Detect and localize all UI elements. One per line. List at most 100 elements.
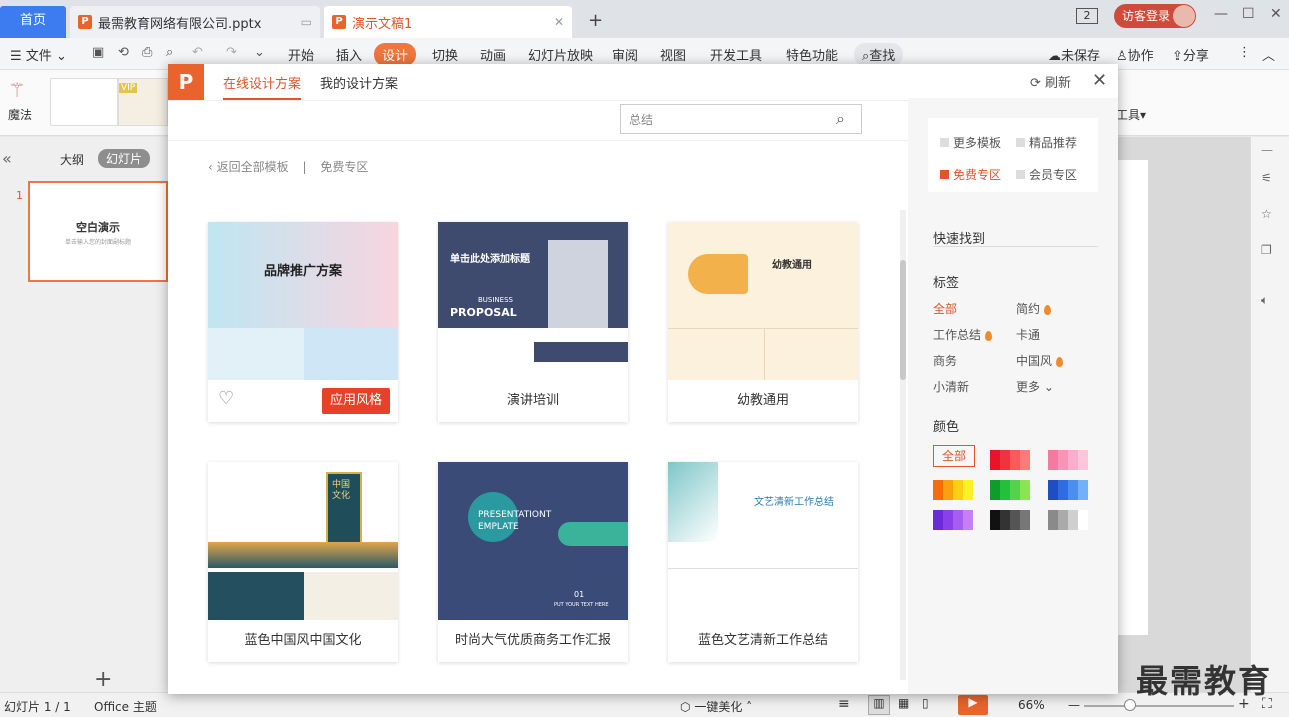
print-icon[interactable]: ⎙: [142, 45, 152, 60]
play-button[interactable]: ▶: [958, 695, 988, 715]
maximize-icon[interactable]: ☐: [1242, 6, 1255, 22]
theme-thumb-1[interactable]: [50, 78, 118, 126]
new-tab-button[interactable]: +: [588, 10, 603, 31]
template-card[interactable]: 文艺清新工作总结 蓝色文艺清新工作总结: [668, 462, 858, 662]
tag-cartoon[interactable]: 卡通: [1016, 326, 1040, 343]
color-swatch[interactable]: [990, 480, 1030, 500]
screen-icon[interactable]: ▭: [301, 15, 312, 29]
window-count-badge[interactable]: 2: [1076, 8, 1098, 24]
avatar[interactable]: [1173, 5, 1195, 27]
menu-review[interactable]: 审阅: [612, 45, 638, 64]
normal-view-icon[interactable]: ▥: [868, 695, 890, 715]
unsaved-status[interactable]: ☁未保存: [1048, 45, 1100, 64]
collab-button[interactable]: ♙协作: [1116, 45, 1154, 64]
slides-tab[interactable]: 幻灯片: [98, 149, 151, 168]
menu-features[interactable]: 特色功能: [786, 45, 838, 64]
tag-simple[interactable]: 简约: [1016, 300, 1052, 317]
category-premium[interactable]: 精品推荐: [1016, 134, 1077, 151]
collapse-panel-icon[interactable]: «: [2, 149, 12, 168]
menu-start[interactable]: 开始: [288, 45, 314, 64]
toolbar-menu-icon[interactable]: —: [1261, 143, 1273, 157]
menu-devtools[interactable]: 开发工具: [710, 45, 762, 64]
menu-view[interactable]: 视图: [660, 45, 686, 64]
back-link[interactable]: ‹ 返回全部模板: [208, 160, 289, 174]
menu-design[interactable]: 设计: [374, 43, 417, 66]
tools-button[interactable]: 工具▾: [1116, 106, 1146, 123]
search-icon[interactable]: ⌕: [836, 109, 845, 129]
category-free[interactable]: 免费专区: [940, 166, 1001, 183]
save-icon[interactable]: ▣: [92, 45, 104, 60]
color-swatch[interactable]: [990, 450, 1030, 470]
tag-more[interactable]: 更多 ⌄: [1016, 378, 1054, 395]
slide-thumbnail[interactable]: 空白演示 单击输入您的封面副标题: [28, 181, 168, 282]
sorter-view-icon[interactable]: ▦: [898, 696, 909, 710]
magic-button[interactable]: 魔法: [8, 106, 32, 123]
doc-tab-pptx[interactable]: P 最需教育网络有限公司.pptx ▭: [70, 6, 320, 38]
file-menu[interactable]: ☰ 文件 ⌄: [10, 45, 67, 64]
tag-fresh[interactable]: 小清新: [933, 378, 969, 395]
color-swatch[interactable]: [933, 510, 973, 530]
menu-insert[interactable]: 插入: [336, 45, 362, 64]
tag-work-summary[interactable]: 工作总结: [933, 326, 993, 343]
color-swatch[interactable]: [933, 480, 973, 500]
slide-area[interactable]: [1118, 160, 1148, 635]
menu-transition[interactable]: 切换: [432, 45, 458, 64]
category-member[interactable]: 会员专区: [1016, 166, 1077, 183]
zoom-slider[interactable]: [1084, 705, 1234, 707]
template-card[interactable]: 品牌推广方案 ♡ 应用风格: [208, 222, 398, 422]
refresh-button[interactable]: ⟳ 刷新: [1030, 72, 1071, 91]
zoom-out-icon[interactable]: —: [1068, 698, 1080, 712]
beautify-button[interactable]: ⬡ 一键美化 ˄: [680, 698, 752, 715]
color-swatch[interactable]: [990, 510, 1030, 530]
close-dialog-icon[interactable]: ✕: [1092, 70, 1107, 91]
outline-tab[interactable]: 大纲: [60, 151, 84, 168]
color-all[interactable]: 全部: [933, 445, 975, 467]
tag-all[interactable]: 全部: [933, 300, 957, 317]
properties-icon[interactable]: ⚟: [1261, 171, 1272, 185]
breadcrumb-current[interactable]: 免费专区: [320, 160, 368, 174]
template-card[interactable]: 幼教通用 幼教通用: [668, 222, 858, 422]
apply-style-button[interactable]: 应用风格: [322, 388, 390, 414]
zoom-level[interactable]: 66%: [1018, 698, 1045, 712]
tag-business[interactable]: 商务: [933, 352, 957, 369]
template-search-input[interactable]: 总结: [620, 104, 862, 134]
doc-tab-active[interactable]: P 演示文稿1 ✕: [324, 6, 572, 38]
color-swatch[interactable]: [1048, 510, 1088, 530]
home-tab[interactable]: 首页: [0, 6, 66, 38]
share-button[interactable]: ⇪分享: [1172, 45, 1209, 64]
template-card[interactable]: 单击此处添加标题 BUSINESS PROPOSAL 演讲培训: [438, 222, 628, 422]
template-card[interactable]: PRESENTATIONT EMPLATE 01 PUT YOUR TEXT H…: [438, 462, 628, 662]
tag-chinese-style[interactable]: 中国风: [1016, 352, 1064, 369]
redo-icon[interactable]: ↷: [226, 45, 237, 60]
theme-thumb-2[interactable]: VIP: [118, 78, 168, 126]
scrollbar-thumb[interactable]: [900, 260, 906, 380]
template-card[interactable]: 中国文化 蓝色中国风中国文化: [208, 462, 398, 662]
tab-my-design[interactable]: 我的设计方案: [320, 73, 398, 92]
zoom-handle[interactable]: [1124, 699, 1136, 711]
category-more-templates[interactable]: 更多模板: [940, 134, 1001, 151]
color-swatch[interactable]: [1048, 480, 1088, 500]
minimize-icon[interactable]: —: [1214, 6, 1228, 22]
reading-view-icon[interactable]: ▯: [922, 696, 929, 710]
menu-slideshow[interactable]: 幻灯片放映: [528, 45, 593, 64]
search-menu[interactable]: ⌕查找: [854, 43, 904, 66]
preview-icon[interactable]: ⌕: [166, 45, 173, 60]
undo-icon[interactable]: ↶: [192, 45, 203, 60]
undo-history-icon[interactable]: ⟲: [118, 45, 129, 60]
more-icon[interactable]: ⌄: [254, 45, 265, 60]
star-icon[interactable]: ☆: [1261, 207, 1272, 221]
kebab-icon[interactable]: ⋮: [1238, 45, 1251, 60]
copy-icon[interactable]: ❐: [1261, 243, 1272, 257]
color-swatch[interactable]: [1048, 450, 1088, 470]
close-tab-icon[interactable]: ✕: [554, 15, 564, 29]
heart-icon[interactable]: ♡: [218, 388, 234, 409]
swatch-band: [1048, 450, 1058, 470]
sound-icon[interactable]: 🔈︎: [1261, 293, 1268, 308]
theme-name[interactable]: Office 主题: [94, 698, 157, 715]
add-slide-button[interactable]: +: [94, 667, 112, 692]
collapse-ribbon-icon[interactable]: ︿: [1262, 45, 1275, 64]
tab-online-design[interactable]: 在线设计方案: [223, 73, 302, 100]
menu-animation[interactable]: 动画: [480, 45, 506, 64]
close-window-icon[interactable]: ✕: [1270, 6, 1282, 22]
notes-icon[interactable]: ≡: [838, 696, 850, 712]
